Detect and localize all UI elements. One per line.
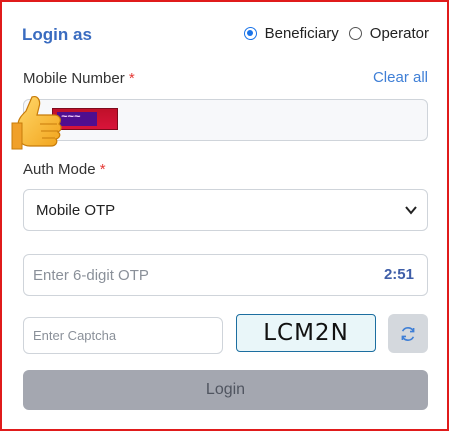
auth-mode-selected: Mobile OTP <box>36 201 116 219</box>
role-radio-group: Beneficiary Operator <box>234 25 429 42</box>
captcha-image: LCM2N <box>236 314 376 352</box>
otp-timer: 2:51 <box>383 266 414 283</box>
chevron-down-icon <box>405 206 417 215</box>
operator-radio[interactable] <box>348 27 362 40</box>
role-operator[interactable]: Operator <box>348 25 429 42</box>
role-beneficiary[interactable]: Beneficiary <box>243 25 339 42</box>
operator-label: Operator <box>369 25 429 42</box>
required-mark: * <box>99 161 106 178</box>
captcha-placeholder: Enter Captcha <box>33 328 117 343</box>
login-as-title: Login as <box>22 25 92 44</box>
mobile-number-label: Mobile Number * <box>23 70 135 87</box>
clear-all-link[interactable]: Clear all <box>373 69 428 86</box>
thumbs-up-icon <box>11 96 62 150</box>
mobile-number-label-text: Mobile Number <box>23 70 125 87</box>
refresh-icon <box>401 326 415 341</box>
login-button[interactable]: Login <box>23 370 428 410</box>
beneficiary-radio[interactable] <box>243 27 257 40</box>
captcha-input[interactable]: Enter Captcha <box>23 317 223 354</box>
required-mark: * <box>128 70 135 87</box>
auth-mode-label-text: Auth Mode <box>23 161 96 178</box>
auth-mode-label: Auth Mode * <box>23 161 106 178</box>
auth-mode-select[interactable]: Mobile OTP <box>23 189 428 231</box>
otp-placeholder: Enter 6-digit OTP <box>33 266 149 284</box>
refresh-captcha-button[interactable] <box>388 314 428 353</box>
beneficiary-label: Beneficiary <box>264 25 339 42</box>
otp-input[interactable]: Enter 6-digit OTP 2:51 <box>23 254 428 296</box>
